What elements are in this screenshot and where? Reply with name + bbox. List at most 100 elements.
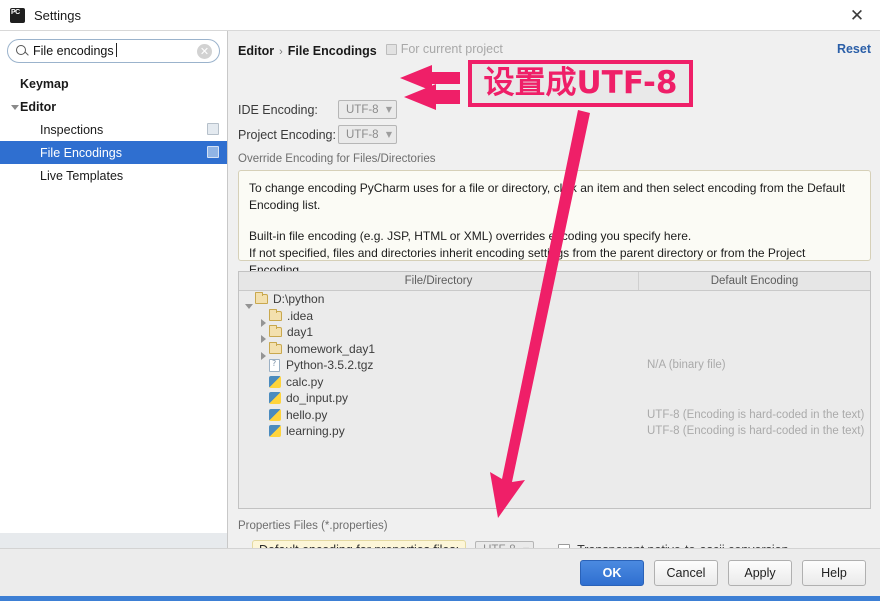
folder-icon [269, 308, 282, 321]
sidebar-item-file-encodings[interactable]: File Encodings [0, 141, 227, 164]
help-button[interactable]: Help [802, 559, 866, 586]
table-row[interactable]: D:\python [239, 291, 870, 310]
file-name-label: .idea [287, 308, 314, 323]
breadcrumb-current: File Encodings [287, 43, 377, 58]
sidebar-item-keymap[interactable]: Keymap [0, 72, 227, 95]
sidebar-item-live-templates[interactable]: Live Templates [0, 164, 227, 187]
dialog-footer: OK Cancel Apply Help [0, 548, 880, 596]
breadcrumb-parent[interactable]: Editor [238, 44, 274, 58]
settings-dialog: Settings ✕ File encodings ✕ Keymap Editor… [0, 0, 880, 601]
table-row[interactable]: Python-3.5.2.tgz N/A (binary file) [239, 357, 870, 374]
ok-button[interactable]: OK [580, 559, 644, 586]
properties-section-title: Properties Files (*.properties) [238, 520, 388, 532]
ide-encoding-label: IDE Encoding: [238, 102, 318, 117]
column-header-default-encoding: Default Encoding [710, 275, 799, 287]
default-encoding-cell: N/A (binary file) [647, 359, 726, 372]
table-row[interactable]: homework_day1 [239, 341, 870, 360]
search-input-value: File encodings [33, 43, 117, 58]
project-encoding-dropdown[interactable]: UTF-8 ▼ [338, 125, 397, 144]
file-name-cell: calc.py [239, 375, 639, 389]
file-name-cell: do_input.py [239, 391, 639, 405]
file-name-cell: hello.py [239, 408, 639, 422]
sidebar-item-label: Keymap [20, 76, 69, 91]
file-name-label: Python-3.5.2.tgz [286, 358, 374, 373]
breadcrumb-note: For current project [385, 42, 503, 56]
python-file-icon [269, 408, 281, 421]
title-bar: Settings ✕ [0, 0, 880, 31]
project-scope-icon [385, 43, 397, 55]
folder-icon [269, 341, 282, 354]
ide-encoding-value: UTF-8 [346, 103, 379, 116]
folder-icon [255, 292, 268, 305]
sidebar-item-label: Inspections [40, 122, 104, 137]
file-name-cell: homework_day1 [239, 341, 639, 360]
table-row[interactable]: do_input.py [239, 390, 870, 407]
default-encoding-cell: UTF-8 (Encoding is hard-coded in the tex… [647, 425, 865, 438]
chevron-down-icon[interactable] [10, 102, 20, 112]
file-encoding-table: File/Directory Default Encoding D:\pytho… [238, 271, 871, 509]
clear-icon[interactable]: ✕ [197, 44, 212, 59]
file-name-label: hello.py [286, 407, 328, 422]
info-box: To change encoding PyCharm uses for a fi… [238, 170, 871, 277]
project-encoding-label: Project Encoding: [238, 127, 336, 142]
close-icon[interactable]: ✕ [834, 0, 880, 31]
breadcrumb-note-text: For current project [400, 42, 503, 56]
sidebar-item-label: Live Templates [40, 168, 124, 183]
info-paragraph-2: Built-in file encoding (e.g. JSP, HTML o… [249, 229, 692, 244]
sidebar-tree: Keymap Editor Inspections File Encodings Liv… [0, 72, 227, 187]
table-row[interactable]: calc.py [239, 374, 870, 391]
table-row[interactable]: day1 [239, 324, 870, 344]
cancel-button[interactable]: Cancel [654, 559, 718, 586]
breadcrumb: Editor › File Encodings For current proj… [238, 42, 503, 58]
table-row[interactable]: learning.py UTF-8 (Encoding is hard-coded… [239, 423, 870, 440]
file-name-cell: .idea [239, 308, 639, 327]
column-header-file-directory: File/Directory [239, 272, 639, 290]
table-body: D:\python.ideaday1homework_day1Python-3.… [239, 291, 870, 508]
search-container: File encodings ✕ [0, 31, 227, 63]
apply-button[interactable]: Apply [728, 559, 792, 586]
file-name-label: homework_day1 [287, 341, 376, 356]
search-icon [14, 43, 30, 59]
sidebar-item-editor[interactable]: Editor [0, 95, 227, 118]
override-section-title: Override Encoding for Files/Directories [238, 153, 436, 165]
file-name-cell: D:\python [239, 292, 639, 310]
settings-sidebar: File encodings ✕ Keymap Editor Inspections… [0, 31, 228, 547]
default-encoding-cell: UTF-8 (Encoding is hard-coded in the tex… [647, 408, 865, 421]
reset-link[interactable]: Reset [837, 42, 871, 56]
file-name-label: learning.py [286, 424, 345, 439]
sidebar-item-label: File Encodings [40, 145, 122, 160]
annotation-callout: 设置成UTF-8 [468, 60, 693, 107]
ide-encoding-row: IDE Encoding: UTF-8 ▼ [238, 100, 397, 119]
pycharm-icon [10, 7, 25, 23]
ide-encoding-dropdown[interactable]: UTF-8 ▼ [338, 100, 397, 119]
python-file-icon [269, 425, 281, 438]
breadcrumb-separator: › [279, 45, 283, 58]
folder-icon [269, 325, 282, 338]
file-name-label: do_input.py [286, 391, 349, 406]
binary-file-icon [269, 358, 280, 372]
file-name-cell: day1 [239, 325, 639, 344]
window-title: Settings [34, 7, 81, 23]
project-encoding-value: UTF-8 [346, 128, 379, 141]
sidebar-item-inspections[interactable]: Inspections [0, 118, 227, 141]
table-header: File/Directory Default Encoding [239, 272, 870, 291]
bottom-accent-bar [0, 596, 880, 601]
table-row[interactable]: hello.py UTF-8 (Encoding is hard-coded in… [239, 407, 870, 424]
table-row[interactable]: .idea [239, 308, 870, 327]
file-name-cell: learning.py [239, 424, 639, 438]
file-name-cell: Python-3.5.2.tgz [239, 358, 639, 372]
info-paragraph-1: To change encoding PyCharm uses for a fi… [249, 181, 846, 213]
file-name-label: D:\python [273, 292, 325, 307]
file-name-label: day1 [287, 325, 314, 340]
python-file-icon [269, 392, 281, 405]
project-encoding-row: Project Encoding: UTF-8 ▼ [238, 125, 397, 144]
project-scope-icon [207, 146, 219, 158]
search-input[interactable]: File encodings ✕ [7, 39, 220, 63]
chevron-down-icon: ▼ [385, 130, 392, 139]
chevron-down-icon: ▼ [385, 105, 392, 114]
